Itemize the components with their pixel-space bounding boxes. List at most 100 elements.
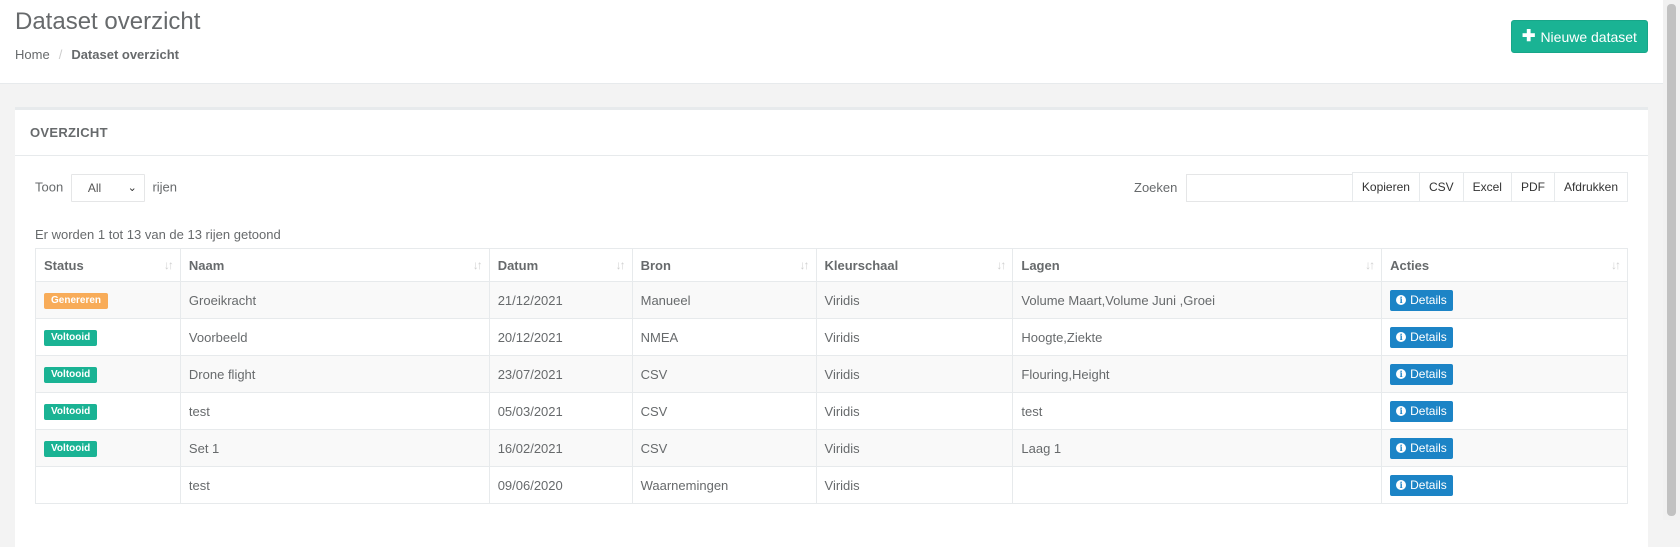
- info-icon: i: [1396, 480, 1407, 490]
- length-select-value: All: [87, 180, 102, 195]
- cell-naam: Set 1: [179, 429, 490, 467]
- table-row: Voltooid test 05/03/2021 CSV Viridis test i Det…: [35, 392, 1628, 430]
- cell-bron: Manueel: [631, 281, 817, 319]
- table-controls: Toon All ⌄ rijen Zoeken Kopieren CSV Exc…: [35, 172, 1628, 204]
- status-badge: Voltooid: [44, 330, 98, 346]
- search-label: Zoeken: [1134, 179, 1178, 195]
- length-select[interactable]: All ⌄: [70, 173, 145, 202]
- breadcrumb: Home / Dataset overzicht: [15, 47, 179, 62]
- table-header-row: Status ↓↑ Naam ↓↑ Datum ↓↑ Bron ↓↑ Kleurscha…: [35, 248, 1628, 282]
- cell-kleurschaal: Viridis: [815, 392, 1014, 430]
- cell-naam: Voorbeeld: [179, 318, 490, 356]
- panel-title: OVERZICHT: [15, 110, 1648, 156]
- details-button[interactable]: i Details: [1390, 400, 1453, 422]
- cell-kleurschaal: Viridis: [815, 429, 1014, 467]
- sort-icon: ↓↑: [163, 258, 174, 272]
- cell-bron: CSV: [631, 355, 817, 393]
- cell-datum: 20/12/2021: [488, 318, 633, 356]
- overview-panel: OVERZICHT Toon All ⌄ rijen Zoeken Kopier…: [15, 107, 1648, 547]
- status-badge: Voltooid: [44, 441, 98, 457]
- cell-naam: test: [179, 466, 490, 504]
- table-row: test 09/06/2020 Waarnemingen Viridis i Detail…: [35, 466, 1628, 504]
- details-button[interactable]: i Details: [1390, 437, 1453, 459]
- dataset-table: Status ↓↑ Naam ↓↑ Datum ↓↑ Bron ↓↑ Kleurscha…: [35, 248, 1628, 504]
- cell-naam: Groeikracht: [179, 281, 490, 319]
- cell-acties: i Details: [1381, 392, 1628, 430]
- cell-acties: i Details: [1381, 429, 1628, 467]
- table-row: Voltooid Drone flight 23/07/2021 CSV Viridis…: [35, 355, 1628, 393]
- details-button[interactable]: i Details: [1390, 289, 1453, 311]
- column-header-acties[interactable]: Acties ↓↑: [1381, 248, 1628, 282]
- details-label: Details: [1410, 441, 1447, 455]
- export-buttons: Kopieren CSV Excel PDF Afdrukken: [1351, 172, 1628, 202]
- info-icon: i: [1396, 406, 1407, 416]
- cell-bron: Waarnemingen: [631, 466, 817, 504]
- cell-lagen: Laag 1: [1012, 429, 1383, 467]
- new-dataset-label: Nieuwe dataset: [1540, 28, 1637, 45]
- cell-status: Voltooid: [35, 318, 181, 356]
- table-row: Genereren Groeikracht 21/12/2021 Manueel Vir…: [35, 281, 1628, 319]
- info-icon: i: [1396, 443, 1407, 453]
- page-title: Dataset overzicht: [15, 8, 201, 35]
- column-header-naam[interactable]: Naam ↓↑: [179, 248, 490, 282]
- cell-lagen: Volume Maart,Volume Juni ,Groei: [1012, 281, 1383, 319]
- column-header-datum[interactable]: Datum ↓↑: [488, 248, 633, 282]
- cell-kleurschaal: Viridis: [815, 466, 1014, 504]
- cell-bron: CSV: [631, 429, 817, 467]
- sort-icon: ↓↑: [472, 258, 483, 272]
- info-icon: i: [1396, 332, 1407, 342]
- cell-kleurschaal: Viridis: [815, 355, 1014, 393]
- info-icon: i: [1396, 295, 1407, 305]
- page-header: Dataset overzicht Home / Dataset overzicht…: [0, 0, 1680, 84]
- cell-bron: CSV: [631, 392, 817, 430]
- print-button[interactable]: Afdrukken: [1553, 172, 1628, 202]
- column-header-bron[interactable]: Bron ↓↑: [631, 248, 817, 282]
- cell-bron: NMEA: [631, 318, 817, 356]
- details-label: Details: [1410, 478, 1447, 492]
- search-input[interactable]: [1186, 173, 1358, 202]
- pdf-button[interactable]: PDF: [1510, 172, 1555, 202]
- cell-kleurschaal: Viridis: [815, 318, 1014, 356]
- column-header-kleurschaal[interactable]: Kleurschaal ↓↑: [815, 248, 1014, 282]
- cell-naam: Drone flight: [179, 355, 490, 393]
- cell-lagen: Flouring,Height: [1012, 355, 1383, 393]
- details-button[interactable]: i Details: [1390, 326, 1453, 348]
- copy-button[interactable]: Kopieren: [1351, 172, 1420, 202]
- cell-acties: i Details: [1381, 466, 1628, 504]
- length-prefix: Toon: [35, 179, 64, 195]
- sort-icon: ↓↑: [615, 258, 626, 272]
- details-button[interactable]: i Details: [1390, 474, 1453, 496]
- cell-acties: i Details: [1381, 318, 1628, 356]
- breadcrumb-current: Dataset overzicht: [71, 47, 179, 62]
- cell-datum: 05/03/2021: [488, 392, 633, 430]
- column-header-status[interactable]: Status ↓↑: [35, 248, 181, 282]
- cell-datum: 23/07/2021: [488, 355, 633, 393]
- cell-datum: 21/12/2021: [488, 281, 633, 319]
- csv-button[interactable]: CSV: [1418, 172, 1464, 202]
- table-info: Er worden 1 tot 13 van de 13 rijen getoo…: [35, 227, 281, 242]
- new-dataset-button[interactable]: ✚ Nieuwe dataset: [1511, 20, 1648, 53]
- column-header-lagen[interactable]: Lagen ↓↑: [1012, 248, 1383, 282]
- cell-datum: 09/06/2020: [488, 466, 633, 504]
- cell-status: Genereren: [35, 281, 181, 319]
- cell-lagen: test: [1012, 392, 1383, 430]
- sort-icon: ↓↑: [799, 258, 810, 272]
- cell-lagen: [1012, 466, 1383, 504]
- table-row: Voltooid Voorbeeld 20/12/2021 NMEA Viridis Ho…: [35, 318, 1628, 356]
- cell-acties: i Details: [1381, 281, 1628, 319]
- sort-icon: ↓↑: [1365, 258, 1375, 272]
- breadcrumb-home[interactable]: Home: [15, 47, 50, 62]
- search-control: Zoeken: [1134, 172, 1358, 203]
- details-label: Details: [1410, 330, 1447, 344]
- cell-acties: i Details: [1381, 355, 1628, 393]
- info-icon: i: [1396, 369, 1407, 379]
- cell-status: [35, 466, 181, 504]
- cell-status: Voltooid: [35, 355, 181, 393]
- scrollbar-thumb[interactable]: [1667, 4, 1676, 516]
- excel-button[interactable]: Excel: [1462, 172, 1512, 202]
- cell-kleurschaal: Viridis: [815, 281, 1014, 319]
- sort-icon: ↓↑: [996, 258, 1006, 272]
- details-button[interactable]: i Details: [1390, 363, 1453, 385]
- page-scrollbar[interactable]: [1663, 0, 1680, 520]
- details-label: Details: [1410, 293, 1447, 307]
